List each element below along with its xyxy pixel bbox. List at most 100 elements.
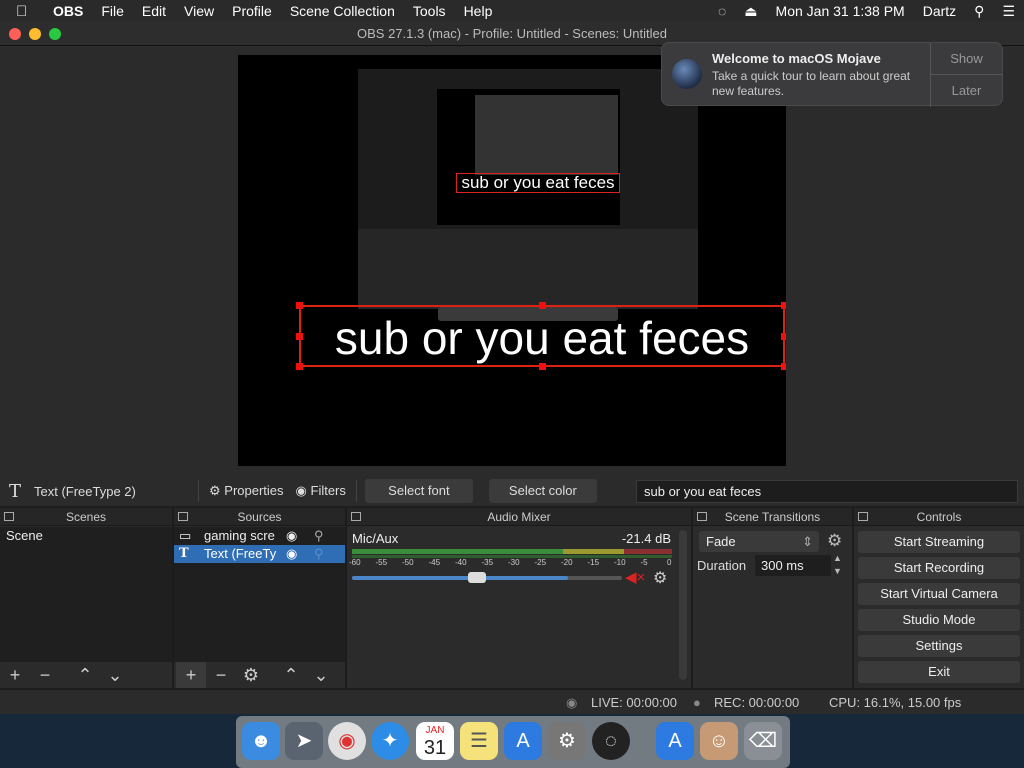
eye-icon[interactable]: ◉	[286, 527, 297, 545]
list-item[interactable]: ▭ gaming scre ◉ ⚲	[174, 527, 345, 545]
duration-down-icon[interactable]: ▼	[833, 566, 842, 576]
start-streaming-button[interactable]: Start Streaming	[858, 531, 1020, 553]
window-title: OBS 27.1.3 (mac) - Profile: Untitled - S…	[357, 26, 667, 41]
notification-later-button[interactable]: Later	[930, 75, 1002, 107]
undock-icon[interactable]	[4, 512, 14, 521]
notes-icon[interactable]: ☰	[460, 722, 498, 760]
scene-transitions-dock: Scene Transitions Fade ⇕ ⚙ Duration 300 …	[692, 508, 852, 688]
menu-app[interactable]: OBS	[44, 3, 92, 19]
resize-handle[interactable]	[539, 363, 546, 370]
close-window-button[interactable]	[9, 28, 21, 40]
undock-icon[interactable]	[351, 512, 361, 521]
menubar-clock[interactable]: Mon Jan 31 1:38 PM	[767, 3, 914, 19]
list-item[interactable]: Scene	[0, 527, 172, 545]
calendar-icon[interactable]: JAN 31	[416, 722, 454, 760]
remove-source-button[interactable]: −	[206, 662, 236, 688]
resize-handle[interactable]	[296, 363, 303, 370]
settings-button[interactable]: Settings	[858, 635, 1020, 657]
chevron-updown-icon: ⇕	[802, 534, 813, 549]
menu-edit[interactable]: Edit	[133, 3, 175, 19]
resize-handle[interactable]	[781, 333, 786, 340]
resize-handle[interactable]	[296, 302, 303, 309]
eye-icon[interactable]: ◉	[286, 545, 297, 563]
zoom-window-button[interactable]	[49, 28, 61, 40]
monitor-icon: ▭	[179, 528, 192, 543]
meter-tick-label: -20	[561, 558, 573, 567]
lock-icon[interactable]: ⚲	[314, 527, 324, 545]
mixer-gear-icon[interactable]: ⚙	[653, 568, 667, 588]
menu-file[interactable]: File	[92, 3, 133, 19]
volume-slider-handle[interactable]	[468, 572, 486, 583]
text-source-render: sub or you eat feces	[334, 312, 750, 364]
safari-icon[interactable]: ✦	[371, 722, 409, 760]
meter-tick-label: 0	[667, 558, 672, 567]
preview-canvas[interactable]: sub or you eat feces sub or you eat fece…	[238, 55, 786, 466]
list-item[interactable]: T Text (FreeTy ◉ ⚲	[174, 545, 345, 563]
move-scene-down-button[interactable]: ⌄	[100, 662, 130, 688]
channel-name: Mic/Aux	[352, 531, 399, 546]
filters-button[interactable]: ◉ Filters	[290, 479, 352, 503]
select-font-button[interactable]: Select font	[364, 479, 473, 503]
resize-handle[interactable]	[781, 363, 786, 370]
move-scene-up-button[interactable]: ⌃	[70, 662, 100, 688]
chrome-icon[interactable]: ◉	[328, 722, 366, 760]
duration-input[interactable]: 300 ms	[755, 555, 831, 576]
meter-tick-label: -25	[534, 558, 547, 567]
minimize-window-button[interactable]	[29, 28, 41, 40]
notification-show-button[interactable]: Show	[930, 43, 1002, 75]
remove-scene-button[interactable]: −	[30, 662, 60, 688]
meter-tick-label: -40	[455, 558, 467, 567]
menu-tools[interactable]: Tools	[404, 3, 455, 19]
eject-icon[interactable]: ⏏	[735, 3, 766, 20]
resize-handle[interactable]	[296, 333, 303, 340]
trash-icon[interactable]: ⌫	[744, 722, 782, 760]
move-source-up-button[interactable]: ⌃	[276, 662, 306, 688]
menu-scene-collection[interactable]: Scene Collection	[281, 3, 404, 19]
source-properties-gear-icon[interactable]: ⚙	[236, 662, 266, 688]
controls-dock: Controls Start Streaming Start Recording…	[853, 508, 1024, 688]
menu-profile[interactable]: Profile	[223, 3, 281, 19]
select-color-button[interactable]: Select color	[488, 479, 597, 503]
duration-up-icon[interactable]: ▲	[833, 553, 842, 563]
volume-slider-fill	[352, 576, 568, 580]
text-input[interactable]: sub or you eat feces	[636, 480, 1018, 503]
exit-button[interactable]: Exit	[858, 661, 1020, 683]
studio-mode-button[interactable]: Studio Mode	[858, 609, 1020, 631]
system-preferences-icon[interactable]: ⚙	[548, 722, 586, 760]
start-virtual-camera-button[interactable]: Start Virtual Camera	[858, 583, 1020, 605]
undock-icon[interactable]	[858, 512, 868, 521]
resize-handle[interactable]	[539, 302, 546, 309]
finder-icon[interactable]: ☻	[242, 722, 280, 760]
transition-select[interactable]: Fade ⇕	[699, 531, 819, 552]
resize-handle[interactable]	[781, 302, 786, 309]
add-source-button[interactable]: +	[176, 662, 206, 688]
meter-tick-label: -30	[508, 558, 520, 567]
lock-icon[interactable]: ⚲	[314, 545, 324, 563]
launchpad-icon[interactable]: ➤	[285, 722, 323, 760]
transition-gear-icon[interactable]: ⚙	[827, 531, 842, 551]
properties-button[interactable]: ⚙ Properties	[203, 479, 290, 503]
app-store-download-icon[interactable]: A	[656, 722, 694, 760]
meter-tick-label: -10	[614, 558, 626, 567]
mojave-notification[interactable]: Welcome to macOS Mojave Take a quick tou…	[661, 42, 1003, 107]
spotlight-search-icon[interactable]: ⚲	[965, 3, 993, 20]
photo-thumbnail-icon[interactable]: ☺	[700, 722, 738, 760]
app-store-icon[interactable]: A	[504, 722, 542, 760]
undock-icon[interactable]	[178, 512, 188, 521]
move-source-down-button[interactable]: ⌄	[306, 662, 336, 688]
notification-center-icon[interactable]: ☰	[993, 3, 1024, 20]
apple-icon[interactable]: 	[16, 3, 44, 20]
text-source-selection[interactable]: sub or you eat feces	[296, 302, 786, 370]
undock-icon[interactable]	[697, 512, 707, 521]
obs-tray-icon[interactable]: ◌	[709, 3, 735, 19]
mute-speaker-icon[interactable]: ◀×	[625, 568, 645, 586]
obs-icon[interactable]: ◌	[592, 722, 630, 760]
menu-bar:  OBS File Edit View Profile Scene Colle…	[0, 0, 1024, 22]
menu-view[interactable]: View	[175, 3, 223, 19]
volume-slider[interactable]	[352, 572, 622, 583]
start-recording-button[interactable]: Start Recording	[858, 557, 1020, 579]
add-scene-button[interactable]: +	[0, 662, 30, 688]
menu-help[interactable]: Help	[455, 3, 502, 19]
mixer-scrollbar[interactable]	[679, 530, 687, 680]
menubar-user[interactable]: Dartz	[914, 3, 965, 19]
